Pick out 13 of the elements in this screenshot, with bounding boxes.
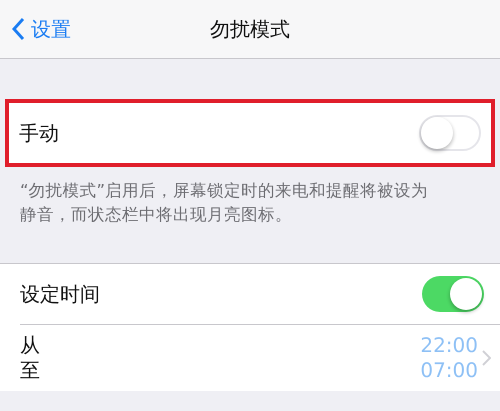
footer-note: “勿扰模式”启用后，屏幕锁定时的来电和提醒将被设为静音，而状态栏中将出现月亮图标。 <box>19 180 430 226</box>
time-label: 至 <box>20 358 41 383</box>
back-button[interactable]: 设置 <box>0 16 71 42</box>
screen-title: 勿扰模式 <box>210 16 290 42</box>
toggle-switch[interactable] <box>422 276 484 312</box>
setting-label: 设定时间 <box>20 280 100 308</box>
time-value[interactable]: 07:00 <box>420 358 478 383</box>
back-chevron-icon <box>12 17 25 41</box>
setting-label: 手动 <box>19 120 59 146</box>
toggle-switch[interactable] <box>419 115 481 151</box>
time-value[interactable]: 22:00 <box>420 333 478 358</box>
chevron-icon <box>482 350 491 366</box>
time-label: 从 <box>20 333 41 358</box>
